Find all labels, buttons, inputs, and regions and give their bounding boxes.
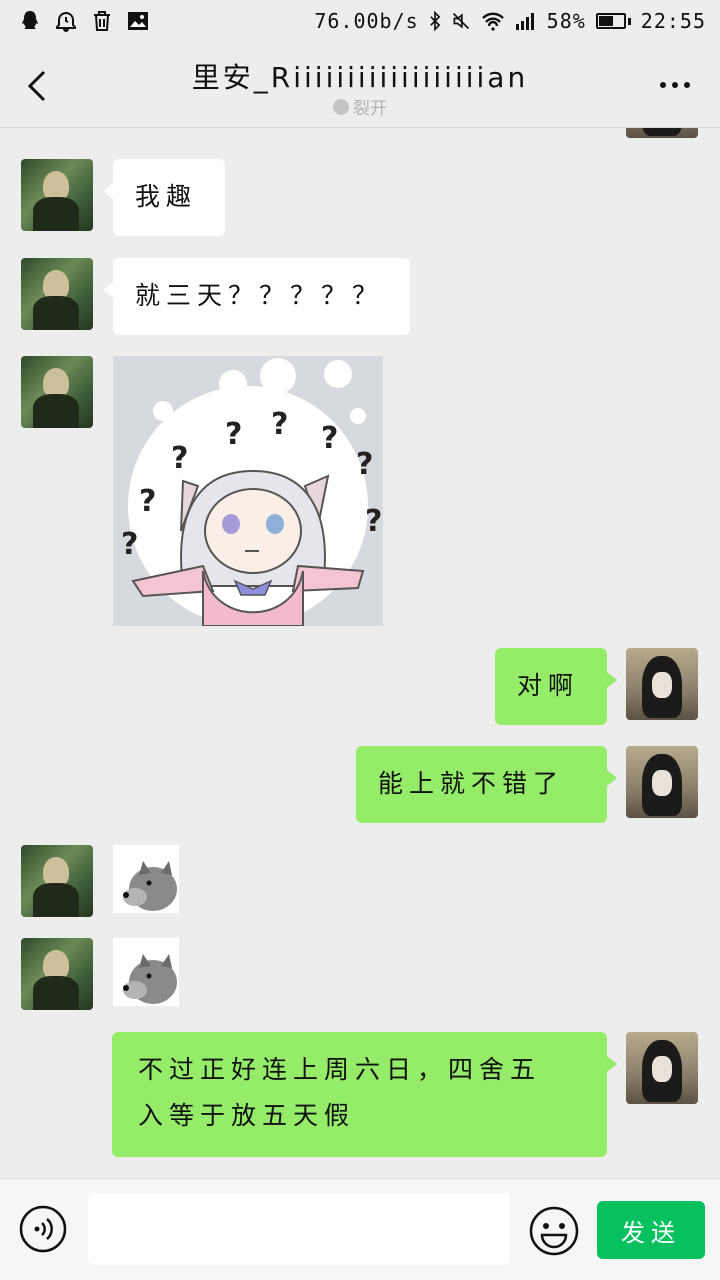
doge-sticker[interactable] [113, 938, 179, 1006]
message-input[interactable] [88, 1193, 510, 1265]
doge-image [113, 938, 179, 1006]
avatar[interactable] [21, 845, 93, 917]
message-bubble[interactable]: 不过正好连上周六日，四舍五 入等于放五天假 [112, 1032, 617, 1157]
trash-icon [94, 11, 110, 31]
avatar[interactable] [21, 159, 93, 231]
doge-image [113, 845, 179, 913]
signal-icon [515, 13, 534, 30]
message-text: 就三天？？？？？ [135, 281, 384, 310]
battery-percent: 58% [546, 9, 586, 33]
mute-icon [452, 12, 469, 30]
status-text: 裂开 [353, 99, 387, 119]
message-bubble[interactable]: 我趣 [103, 159, 225, 236]
clock: 22:55 [640, 9, 706, 33]
avatar[interactable] [626, 746, 698, 818]
svg-text:?: ? [171, 441, 188, 476]
message-text: 我趣 [135, 182, 198, 211]
avatar[interactable] [626, 648, 698, 720]
bluetooth-icon [429, 11, 441, 31]
emoji-icon[interactable] [528, 1205, 580, 1257]
message-bubble[interactable]: 对啊 [495, 648, 617, 725]
wifi-icon [481, 12, 504, 31]
send-button[interactable]: 发送 [597, 1201, 705, 1259]
alarm-icon [56, 11, 76, 32]
svg-text:?: ? [139, 484, 156, 519]
avatar[interactable] [626, 1032, 698, 1104]
svg-text:?: ? [321, 421, 338, 456]
status-bar: 76.00b/s 58% 22:55 [0, 0, 720, 42]
chat-status: 裂开 [0, 94, 720, 119]
more-options-button[interactable] [660, 82, 690, 88]
status-emoji-icon [333, 98, 349, 115]
network-speed: 76.00b/s [314, 9, 419, 33]
message-bubble[interactable]: 就三天？？？？？ [103, 258, 410, 335]
message-text: 能上就不错了 [378, 769, 565, 798]
image-icon [128, 12, 148, 30]
qq-icon [22, 11, 38, 29]
svg-text:?: ? [121, 527, 138, 562]
message-bubble[interactable]: 能上就不错了 [356, 746, 617, 823]
message-list[interactable]: 我趣 就三天？？？？？ ??? ??? ?? 对啊 能上就不错了 不过正好连上周… [0, 128, 720, 1178]
battery-icon [595, 13, 631, 29]
message-text-line: 不过正好连上周六日，四舍五 [138, 1055, 542, 1084]
confused-anime-girl-sticker[interactable]: ??? ??? ?? [113, 356, 383, 626]
avatar[interactable] [21, 356, 93, 428]
notification-icons [18, 9, 150, 33]
avatar[interactable] [21, 258, 93, 330]
message-text: 对啊 [517, 671, 580, 700]
avatar[interactable] [21, 938, 93, 1010]
svg-text:?: ? [271, 407, 288, 442]
avatar[interactable] [626, 128, 698, 138]
system-status: 76.00b/s 58% 22:55 [314, 9, 706, 33]
chat-header: 里安_Riiiiiiiiiiiiiiiiiian 裂开 [0, 42, 720, 128]
input-bar: 发送 [0, 1178, 720, 1280]
chat-title: 里安_Riiiiiiiiiiiiiiiiiian [191, 61, 529, 94]
sticker-image: ??? ??? ?? [113, 356, 383, 626]
doge-sticker[interactable] [113, 845, 179, 913]
voice-input-icon[interactable] [19, 1205, 67, 1253]
message-text-line: 入等于放五天假 [138, 1101, 356, 1130]
svg-text:?: ? [225, 417, 242, 452]
svg-text:?: ? [356, 447, 373, 482]
svg-text:?: ? [365, 504, 382, 539]
